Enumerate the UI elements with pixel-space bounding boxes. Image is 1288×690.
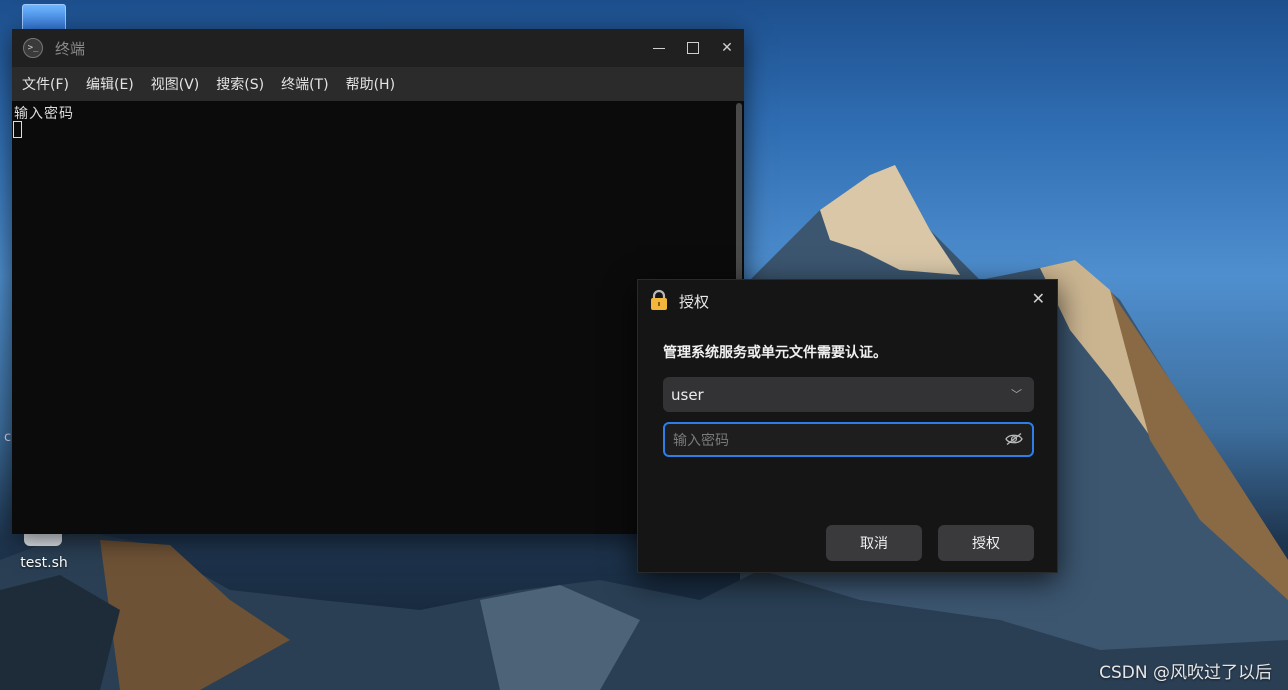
menu-search[interactable]: 搜索(S) bbox=[216, 74, 264, 94]
terminal-app-icon: >_ bbox=[23, 38, 43, 58]
dialog-title: 授权 bbox=[679, 293, 710, 311]
password-input[interactable] bbox=[671, 424, 995, 457]
terminal-window: >_ 终端 ✕ 文件(F) 编辑(E) 视图(V) 搜索(S) 终端(T) 帮助… bbox=[12, 29, 744, 534]
watermark: CSDN @风吹过了以后 bbox=[1099, 663, 1272, 683]
terminal-titlebar[interactable]: >_ 终端 ✕ bbox=[12, 29, 744, 67]
password-field[interactable] bbox=[663, 422, 1034, 457]
minimize-icon bbox=[653, 47, 665, 49]
chevron-down-icon: ﹀ bbox=[1011, 388, 1022, 401]
close-window-button[interactable]: ✕ bbox=[720, 40, 734, 56]
auth-dialog: 授权 ✕ 管理系统服务或单元文件需要认证。 user ﹀ 取消 授权 bbox=[637, 279, 1058, 573]
auth-message: 管理系统服务或单元文件需要认证。 bbox=[663, 345, 887, 361]
terminal-output-line: 输入密码 bbox=[14, 106, 74, 122]
maximize-button[interactable] bbox=[686, 41, 700, 55]
terminal-cursor bbox=[13, 121, 22, 138]
cancel-button[interactable]: 取消 bbox=[826, 525, 922, 561]
menu-view[interactable]: 视图(V) bbox=[151, 74, 200, 94]
authorize-button[interactable]: 授权 bbox=[938, 525, 1034, 561]
user-select[interactable]: user ﹀ bbox=[663, 377, 1034, 412]
close-icon: ✕ bbox=[721, 40, 733, 56]
close-icon[interactable]: ✕ bbox=[1032, 289, 1045, 308]
desktop-file-label[interactable]: test.sh bbox=[8, 555, 80, 571]
menu-edit[interactable]: 编辑(E) bbox=[86, 74, 134, 94]
window-controls: ✕ bbox=[652, 29, 734, 67]
menu-file[interactable]: 文件(F) bbox=[22, 74, 69, 94]
terminal-title: 终端 bbox=[55, 39, 86, 58]
minimize-button[interactable] bbox=[652, 41, 666, 55]
user-select-value: user bbox=[671, 385, 704, 404]
terminal-menubar: 文件(F) 编辑(E) 视图(V) 搜索(S) 终端(T) 帮助(H) bbox=[12, 67, 744, 101]
lock-icon bbox=[651, 289, 667, 310]
terminal-output[interactable]: 输入密码 bbox=[12, 101, 744, 534]
eye-icon[interactable] bbox=[1005, 432, 1023, 446]
menu-terminal[interactable]: 终端(T) bbox=[281, 74, 328, 94]
desktop-partial-label: c bbox=[4, 430, 12, 445]
menu-help[interactable]: 帮助(H) bbox=[346, 74, 395, 94]
maximize-icon bbox=[687, 42, 699, 54]
